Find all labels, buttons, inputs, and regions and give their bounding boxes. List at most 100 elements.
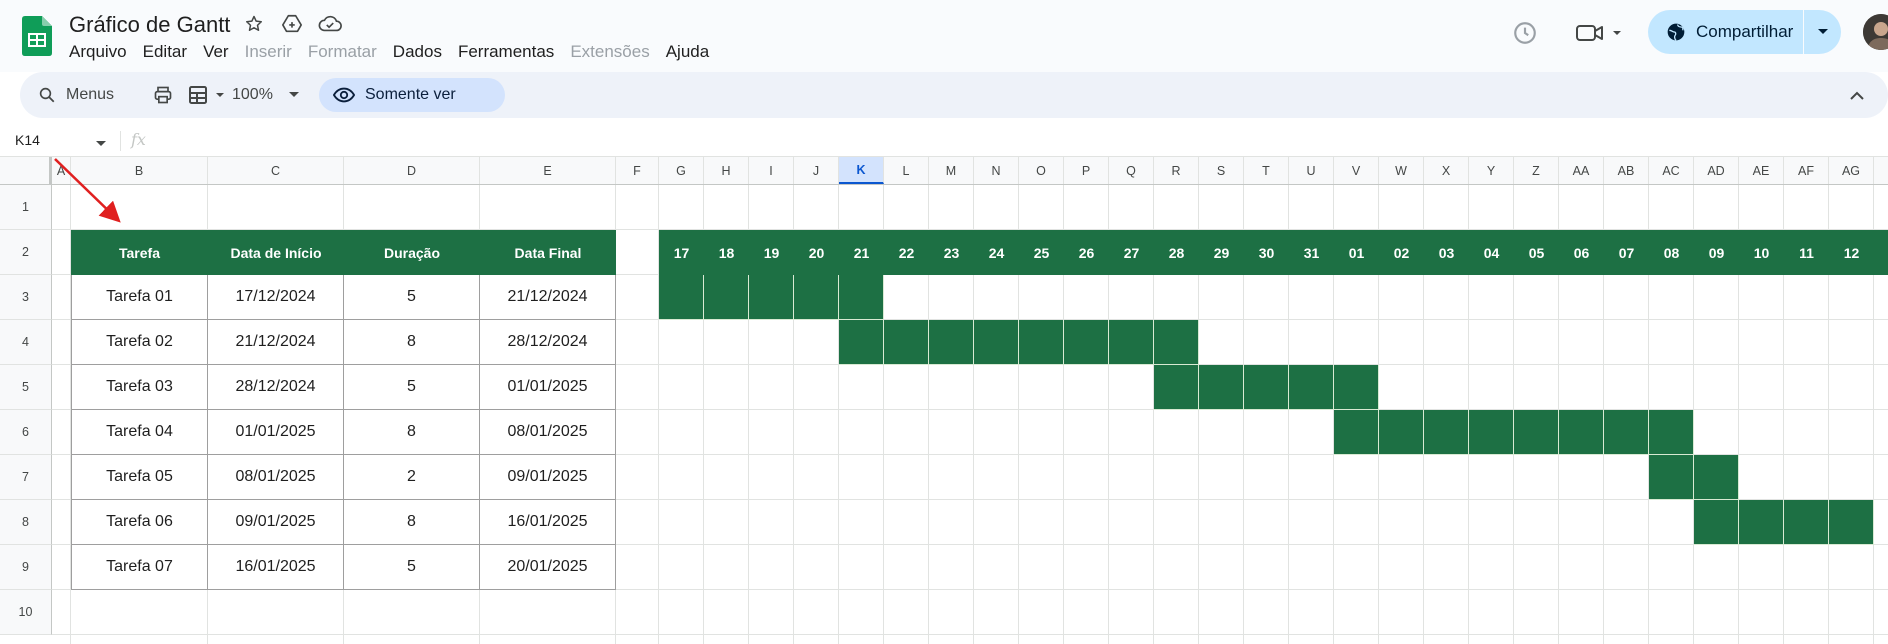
row-header-6[interactable]: 6 [0, 410, 52, 455]
table-cell[interactable]: 21/12/2024 [208, 320, 344, 365]
table-cell[interactable]: Tarefa 07 [71, 545, 208, 590]
gantt-bar-cell[interactable] [1379, 410, 1424, 455]
gantt-bar-cell[interactable] [659, 275, 704, 320]
gantt-bar-cell[interactable] [1559, 410, 1604, 455]
table-header-cell[interactable]: Data de Início [208, 230, 344, 275]
row-header-9[interactable]: 9 [0, 545, 52, 590]
column-header-b[interactable]: B [71, 157, 208, 184]
gantt-bar-cell[interactable] [1739, 500, 1784, 545]
gantt-bar-cell[interactable] [839, 320, 884, 365]
gantt-bar-cell[interactable] [884, 320, 929, 365]
table-cell[interactable]: Tarefa 05 [71, 455, 208, 500]
chevron-up-icon[interactable] [1842, 80, 1872, 110]
gantt-day-header[interactable]: 08 [1649, 230, 1694, 275]
column-header-z[interactable]: Z [1514, 157, 1559, 184]
menu-ajuda[interactable]: Ajuda [658, 40, 717, 64]
gantt-bar-cell[interactable] [929, 320, 974, 365]
video-call-icon[interactable] [1574, 18, 1624, 48]
gantt-bar-cell[interactable] [1649, 410, 1694, 455]
row-header-10[interactable]: 10 [0, 590, 52, 635]
table-cell[interactable]: 5 [344, 365, 480, 410]
row-header-2[interactable]: 2 [0, 230, 52, 275]
print-icon[interactable] [150, 80, 176, 110]
gantt-day-header[interactable]: 11 [1784, 230, 1829, 275]
gantt-day-header[interactable]: 29 [1199, 230, 1244, 275]
row-header-4[interactable]: 4 [0, 320, 52, 365]
gantt-bar-cell[interactable] [1469, 410, 1514, 455]
column-header-r[interactable]: R [1154, 157, 1199, 184]
table-header-cell[interactable]: Duração [344, 230, 480, 275]
table-cell[interactable]: 01/01/2025 [480, 365, 616, 410]
gantt-day-header[interactable]: 02 [1379, 230, 1424, 275]
column-header-ae[interactable]: AE [1739, 157, 1784, 184]
move-to-drive-icon[interactable] [280, 12, 304, 36]
column-header-aa[interactable]: AA [1559, 157, 1604, 184]
gantt-bar-cell[interactable] [1604, 410, 1649, 455]
gantt-bar-cell[interactable] [1424, 410, 1469, 455]
column-header-f[interactable]: F [616, 157, 659, 184]
table-cell[interactable]: 28/12/2024 [480, 320, 616, 365]
gantt-day-header[interactable]: 26 [1064, 230, 1109, 275]
cell-grid[interactable]: Tarefa Data de Início Duração Data Final Tar… [52, 185, 1888, 644]
column-header-h[interactable]: H [704, 157, 749, 184]
row-header-5[interactable]: 5 [0, 365, 52, 410]
share-button[interactable]: Compartilhar [1648, 10, 1841, 54]
gantt-day-header[interactable]: 30 [1244, 230, 1289, 275]
gantt-bar-cell[interactable] [1244, 365, 1289, 410]
column-header-c[interactable]: C [208, 157, 344, 184]
gantt-bar-cell[interactable] [974, 320, 1019, 365]
table-cell[interactable]: 20/01/2025 [480, 545, 616, 590]
table-header-cell[interactable]: Tarefa [71, 230, 208, 275]
column-header-q[interactable]: Q [1109, 157, 1154, 184]
column-header-af[interactable]: AF [1784, 157, 1829, 184]
paint-format-icon[interactable] [188, 80, 228, 110]
menu-ferramentas[interactable]: Ferramentas [450, 40, 562, 64]
column-header-o[interactable]: O [1019, 157, 1064, 184]
gantt-bar-cell[interactable] [1109, 320, 1154, 365]
gantt-bar-cell[interactable] [1289, 365, 1334, 410]
avatar[interactable] [1863, 14, 1888, 50]
menu-ver[interactable]: Ver [195, 40, 237, 64]
menu-extensoes[interactable]: Extensões [562, 40, 657, 64]
gantt-bar-cell[interactable] [1064, 320, 1109, 365]
column-header-v[interactable]: V [1334, 157, 1379, 184]
zoom-select[interactable]: 100% [232, 80, 299, 110]
column-header-t[interactable]: T [1244, 157, 1289, 184]
gantt-day-header[interactable]: 07 [1604, 230, 1649, 275]
star-icon[interactable] [242, 12, 266, 36]
table-cell[interactable]: Tarefa 03 [71, 365, 208, 410]
table-cell[interactable]: 09/01/2025 [208, 500, 344, 545]
gantt-bar-cell[interactable] [704, 275, 749, 320]
gantt-day-header[interactable]: 12 [1829, 230, 1874, 275]
table-cell[interactable]: 16/01/2025 [480, 500, 616, 545]
name-box-dropdown-icon[interactable] [96, 134, 106, 152]
select-all-corner[interactable] [0, 157, 52, 184]
column-header-i[interactable]: I [749, 157, 794, 184]
menu-inserir[interactable]: Inserir [237, 40, 300, 64]
column-header-x[interactable]: X [1424, 157, 1469, 184]
table-cell[interactable]: 2 [344, 455, 480, 500]
column-header-j[interactable]: J [794, 157, 839, 184]
menu-arquivo[interactable]: Arquivo [61, 40, 135, 64]
table-cell[interactable]: 8 [344, 410, 480, 455]
table-cell[interactable]: Tarefa 04 [71, 410, 208, 455]
table-header-cell[interactable]: Data Final [480, 230, 616, 275]
column-header-d[interactable]: D [344, 157, 480, 184]
column-header-s[interactable]: S [1199, 157, 1244, 184]
gantt-day-header[interactable]: 04 [1469, 230, 1514, 275]
table-cell[interactable]: 08/01/2025 [480, 410, 616, 455]
gantt-bar-cell[interactable] [1334, 365, 1379, 410]
table-cell[interactable]: 5 [344, 275, 480, 320]
gantt-bar-cell[interactable] [749, 275, 794, 320]
gantt-day-header[interactable]: 05 [1514, 230, 1559, 275]
gantt-bar-cell[interactable] [1649, 455, 1694, 500]
column-header-ac[interactable]: AC [1649, 157, 1694, 184]
gantt-day-header[interactable]: 06 [1559, 230, 1604, 275]
search-menus[interactable]: Menus [30, 80, 140, 110]
column-header-p[interactable]: P [1064, 157, 1109, 184]
column-header-g[interactable]: G [659, 157, 704, 184]
gantt-bar-cell[interactable] [1514, 410, 1559, 455]
gantt-bar-cell[interactable] [1694, 500, 1739, 545]
gantt-bar-cell[interactable] [1694, 455, 1739, 500]
column-header-l[interactable]: L [884, 157, 929, 184]
